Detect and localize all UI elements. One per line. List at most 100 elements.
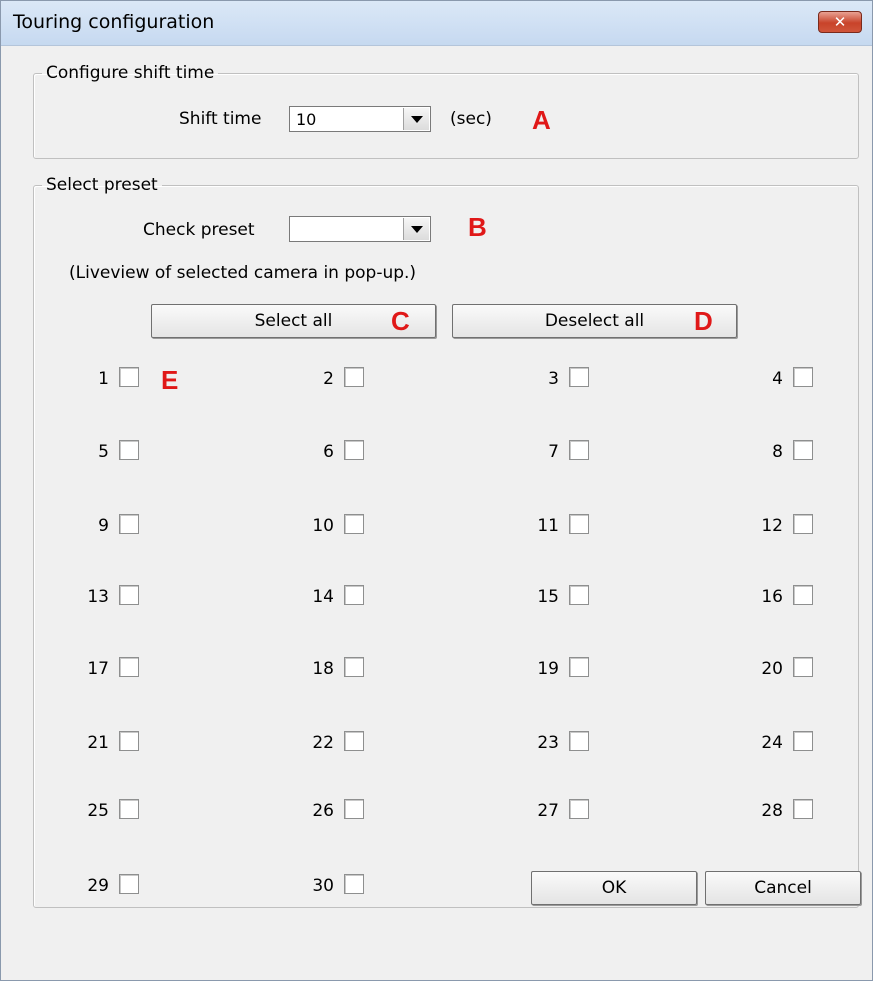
- preset-checkbox[interactable]: [793, 731, 813, 751]
- preset-checkbox[interactable]: [119, 514, 139, 534]
- preset-item[interactable]: 10: [274, 514, 364, 538]
- preset-item[interactable]: 24: [723, 731, 813, 755]
- preset-item[interactable]: 6: [274, 440, 364, 464]
- preset-checkbox[interactable]: [569, 585, 589, 605]
- window-title: Touring configuration: [13, 11, 215, 33]
- touring-configuration-dialog: Touring configuration ✕ Configure shift …: [0, 0, 873, 981]
- preset-checkbox[interactable]: [569, 514, 589, 534]
- marker-c: C: [391, 306, 410, 336]
- shift-time-dropdown[interactable]: 10: [289, 106, 431, 132]
- preset-number: 23: [537, 733, 559, 753]
- preset-item[interactable]: 26: [274, 799, 364, 823]
- close-button[interactable]: ✕: [818, 11, 862, 33]
- preset-checkbox[interactable]: [344, 657, 364, 677]
- preset-item[interactable]: 13: [49, 585, 139, 609]
- preset-checkbox[interactable]: [344, 514, 364, 534]
- preset-item[interactable]: 22: [274, 731, 364, 755]
- select-all-label: Select all: [254, 311, 333, 331]
- preset-item[interactable]: 28: [723, 799, 813, 823]
- title-bar: Touring configuration ✕: [1, 1, 872, 46]
- preset-number: 2: [323, 369, 334, 389]
- preset-item[interactable]: 2: [274, 367, 364, 391]
- preset-item[interactable]: 27: [499, 799, 589, 823]
- preset-number: 21: [87, 733, 109, 753]
- ok-label: OK: [601, 878, 627, 898]
- marker-a: A: [532, 105, 551, 135]
- preset-checkbox[interactable]: [569, 799, 589, 819]
- preset-item[interactable]: 17: [49, 657, 139, 681]
- preset-item[interactable]: 29: [49, 874, 139, 898]
- preset-item[interactable]: 14: [274, 585, 364, 609]
- preset-checkbox[interactable]: [569, 731, 589, 751]
- preset-checkbox[interactable]: [119, 731, 139, 751]
- preset-checkbox[interactable]: [344, 799, 364, 819]
- preset-checkbox[interactable]: [569, 657, 589, 677]
- preset-item[interactable]: 25: [49, 799, 139, 823]
- preset-checkbox[interactable]: [793, 367, 813, 387]
- preset-number: 25: [87, 801, 109, 821]
- preset-item[interactable]: 7: [499, 440, 589, 464]
- preset-number: 9: [98, 516, 109, 536]
- cancel-label: Cancel: [754, 878, 812, 898]
- chevron-down-icon[interactable]: [403, 218, 429, 240]
- preset-checkbox[interactable]: [569, 367, 589, 387]
- preset-number: 3: [548, 369, 559, 389]
- preset-item[interactable]: 11: [499, 514, 589, 538]
- preset-checkbox[interactable]: [344, 874, 364, 894]
- close-icon: ✕: [833, 13, 847, 31]
- preset-item[interactable]: 15: [499, 585, 589, 609]
- preset-checkbox[interactable]: [119, 874, 139, 894]
- preset-item[interactable]: 18: [274, 657, 364, 681]
- preset-checkbox[interactable]: [793, 514, 813, 534]
- preset-checkbox[interactable]: [344, 367, 364, 387]
- preset-checkbox[interactable]: [793, 440, 813, 460]
- preset-checkbox[interactable]: [569, 440, 589, 460]
- preset-item[interactable]: 3: [499, 367, 589, 391]
- preset-number: 11: [537, 516, 559, 536]
- check-preset-label: Check preset: [143, 220, 255, 240]
- preset-number: 15: [537, 587, 559, 607]
- preset-number: 4: [772, 369, 783, 389]
- preset-checkbox[interactable]: [119, 799, 139, 819]
- preset-number: 5: [98, 442, 109, 462]
- preset-item[interactable]: 23: [499, 731, 589, 755]
- select-preset-legend: Select preset: [46, 175, 158, 195]
- ok-button[interactable]: OK: [531, 871, 697, 905]
- preset-item[interactable]: 16: [723, 585, 813, 609]
- preset-item[interactable]: 5: [49, 440, 139, 464]
- chevron-down-icon[interactable]: [403, 108, 429, 130]
- preset-checkbox[interactable]: [119, 657, 139, 677]
- preset-checkbox[interactable]: [344, 731, 364, 751]
- preset-checkbox[interactable]: [119, 440, 139, 460]
- preset-item[interactable]: 4: [723, 367, 813, 391]
- preset-item[interactable]: 30: [274, 874, 364, 898]
- preset-number: 18: [312, 659, 334, 679]
- shift-time-unit: (sec): [450, 109, 492, 129]
- cancel-button[interactable]: Cancel: [705, 871, 861, 905]
- preset-checkbox[interactable]: [793, 657, 813, 677]
- deselect-all-label: Deselect all: [544, 311, 645, 331]
- preset-checkbox[interactable]: [119, 585, 139, 605]
- preset-checkbox[interactable]: [344, 585, 364, 605]
- preset-item[interactable]: 19: [499, 657, 589, 681]
- configure-shift-time-legend: Configure shift time: [46, 63, 215, 83]
- preset-number: 10: [312, 516, 334, 536]
- preset-checkbox[interactable]: [793, 585, 813, 605]
- check-preset-dropdown[interactable]: [289, 216, 431, 242]
- preset-checkbox[interactable]: [793, 799, 813, 819]
- preset-item[interactable]: 9: [49, 514, 139, 538]
- preset-number: 26: [312, 801, 334, 821]
- preset-number: 24: [761, 733, 783, 753]
- preset-number: 20: [761, 659, 783, 679]
- preset-number: 27: [537, 801, 559, 821]
- preset-number: 28: [761, 801, 783, 821]
- preset-checkbox[interactable]: [119, 367, 139, 387]
- preset-item[interactable]: 8: [723, 440, 813, 464]
- preset-checkbox[interactable]: [344, 440, 364, 460]
- preset-item[interactable]: 1: [49, 367, 139, 391]
- preset-item[interactable]: 21: [49, 731, 139, 755]
- preset-number: 13: [87, 587, 109, 607]
- preset-item[interactable]: 12: [723, 514, 813, 538]
- preset-item[interactable]: 20: [723, 657, 813, 681]
- liveview-note: (Liveview of selected camera in pop-up.): [69, 263, 417, 283]
